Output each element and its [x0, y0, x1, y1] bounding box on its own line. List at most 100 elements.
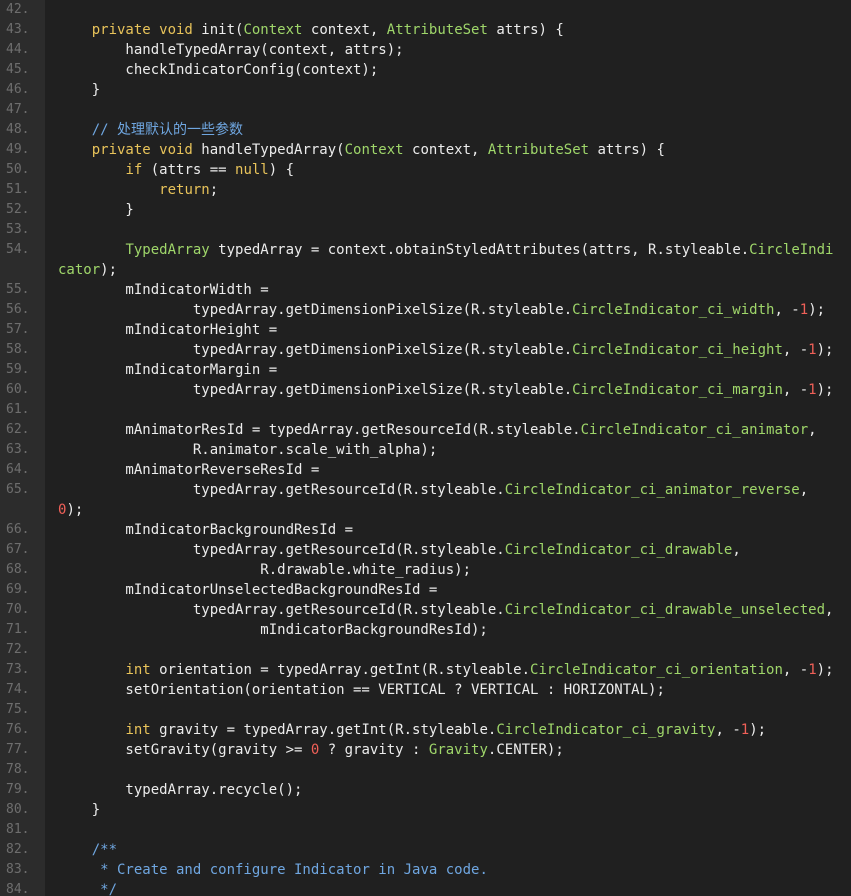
code-token: typedArray.getResourceId(R.styleable. [58, 482, 505, 498]
code-line[interactable]: 51. return; [0, 180, 851, 200]
code-line[interactable]: 63. R.animator.scale_with_alpha); [0, 440, 851, 460]
type-token: cator [58, 262, 101, 278]
code-line[interactable]: 79. typedArray.recycle(); [0, 780, 851, 800]
code-token: mIndicatorHeight = [58, 322, 278, 338]
code-line[interactable]: 42. [0, 0, 851, 20]
code-line[interactable]: 68. R.drawable.white_radius); [0, 560, 851, 580]
type-token: CircleIndicator_ci_gravity [496, 722, 716, 738]
code-line[interactable]: 43. private void init(Context context, A… [0, 20, 851, 40]
line-number: 62. [6, 422, 30, 437]
code-line[interactable]: 74. setOrientation(orientation == VERTIC… [0, 680, 851, 700]
code-line[interactable]: 57. mIndicatorHeight = [0, 320, 851, 340]
code-token: } [58, 202, 134, 218]
line-content [58, 400, 851, 420]
code-line[interactable]: 0); [0, 500, 851, 520]
keyword-token: if [125, 162, 143, 178]
code-line[interactable]: 71. mIndicatorBackgroundResId); [0, 620, 851, 640]
line-content: handleTypedArray(context, attrs); [58, 40, 851, 60]
code-line[interactable]: 72. [0, 640, 851, 660]
line-number: 58. [6, 342, 30, 357]
line-content: private void handleTypedArray(Context co… [58, 140, 851, 160]
code-line[interactable]: 66. mIndicatorBackgroundResId = [0, 520, 851, 540]
code-line[interactable]: 81. [0, 820, 851, 840]
code-line[interactable]: 82. /** [0, 840, 851, 860]
code-token: R.animator.scale_with_alpha); [58, 442, 438, 458]
line-content: /** [58, 840, 851, 860]
keyword-token: int [125, 722, 151, 738]
number-token: 1 [808, 662, 817, 678]
code-line[interactable]: 45. checkIndicatorConfig(context); [0, 60, 851, 80]
line-number: 67. [6, 542, 30, 557]
code-line[interactable]: 60. typedArray.getDimensionPixelSize(R.s… [0, 380, 851, 400]
code-token: , - [715, 722, 741, 738]
code-line[interactable]: 80. } [0, 800, 851, 820]
code-line[interactable]: 77. setGravity(gravity >= 0 ? gravity : … [0, 740, 851, 760]
line-content: // 处理默认的一些参数 [58, 120, 851, 140]
type-token: CircleIndicator_ci_drawable_unselected [504, 602, 826, 618]
code-line[interactable]: 55. mIndicatorWidth = [0, 280, 851, 300]
code-line[interactable]: 47. [0, 100, 851, 120]
comment-token: * Create and configure Indicator in Java… [91, 862, 488, 878]
code-line[interactable]: 70. typedArray.getResourceId(R.styleable… [0, 600, 851, 620]
code-line[interactable]: 52. } [0, 200, 851, 220]
code-line[interactable]: 62. mAnimatorResId = typedArray.getResou… [0, 420, 851, 440]
number-token: 1 [808, 342, 817, 358]
line-content: } [58, 80, 851, 100]
code-token: ? gravity : [319, 742, 429, 758]
line-content [58, 220, 851, 240]
code-line[interactable]: 75. [0, 700, 851, 720]
code-line[interactable]: cator); [0, 260, 851, 280]
code-token: checkIndicatorConfig(context); [58, 62, 379, 78]
line-number: 76. [6, 722, 30, 737]
code-token: ); [816, 342, 834, 358]
code-line[interactable]: 46. } [0, 80, 851, 100]
code-line[interactable]: 73. int orientation = typedArray.getInt(… [0, 660, 851, 680]
code-line[interactable]: 56. typedArray.getDimensionPixelSize(R.s… [0, 300, 851, 320]
code-line[interactable]: 78. [0, 760, 851, 780]
code-line[interactable]: 83. * Create and configure Indicator in … [0, 860, 851, 880]
line-content: mAnimatorResId = typedArray.getResourceI… [58, 420, 851, 440]
code-line[interactable]: 69. mIndicatorUnselectedBackgroundResId … [0, 580, 851, 600]
code-area[interactable]: 42. 43. private void init(Context context… [0, 0, 851, 896]
line-number: 74. [6, 682, 30, 697]
code-token: typedArray = context.obtainStyledAttribu… [209, 242, 750, 258]
line-content [58, 0, 851, 20]
keyword-token: private void [91, 142, 193, 158]
type-token: CircleIndicator_ci_animator_reverse [504, 482, 800, 498]
code-line[interactable]: 53. [0, 220, 851, 240]
code-token: context, [403, 142, 488, 158]
code-token: (attrs == [142, 162, 236, 178]
type-token: CircleIndicator_ci_animator [580, 422, 809, 438]
code-line[interactable]: 64. mAnimatorReverseResId = [0, 460, 851, 480]
line-number: 54. [6, 242, 30, 257]
code-line[interactable]: 58. typedArray.getDimensionPixelSize(R.s… [0, 340, 851, 360]
code-line[interactable]: 50. if (attrs == null) { [0, 160, 851, 180]
code-line[interactable]: 84. */ [0, 880, 851, 896]
code-line[interactable]: 54. TypedArray typedArray = context.obta… [0, 240, 851, 260]
type-token: CircleIndicator_ci_width [572, 302, 775, 318]
type-token: CircleIndicator_ci_drawable [504, 542, 733, 558]
code-line[interactable]: 59. mIndicatorMargin = [0, 360, 851, 380]
code-token: typedArray.getResourceId(R.styleable. [58, 602, 505, 618]
line-content: 0); [58, 500, 851, 520]
code-token: ); [816, 382, 834, 398]
line-content: int gravity = typedArray.getInt(R.stylea… [58, 720, 851, 740]
code-token: ) { [268, 162, 295, 178]
code-line[interactable]: 65. typedArray.getResourceId(R.styleable… [0, 480, 851, 500]
code-line[interactable]: 67. typedArray.getResourceId(R.styleable… [0, 540, 851, 560]
code-token: mIndicatorUnselectedBackgroundResId = [58, 582, 438, 598]
code-editor[interactable]: 42. 43. private void init(Context context… [0, 0, 851, 896]
line-number: 72. [6, 642, 30, 657]
comment-token: // 处理默认的一些参数 [91, 122, 244, 138]
line-content: mIndicatorWidth = [58, 280, 851, 300]
code-line[interactable]: 61. [0, 400, 851, 420]
code-line[interactable]: 44. handleTypedArray(context, attrs); [0, 40, 851, 60]
code-line[interactable]: 48. // 处理默认的一些参数 [0, 120, 851, 140]
comment-token: */ [91, 882, 118, 896]
code-line[interactable]: 49. private void handleTypedArray(Contex… [0, 140, 851, 160]
code-line[interactable]: 76. int gravity = typedArray.getInt(R.st… [0, 720, 851, 740]
line-content [58, 100, 851, 120]
